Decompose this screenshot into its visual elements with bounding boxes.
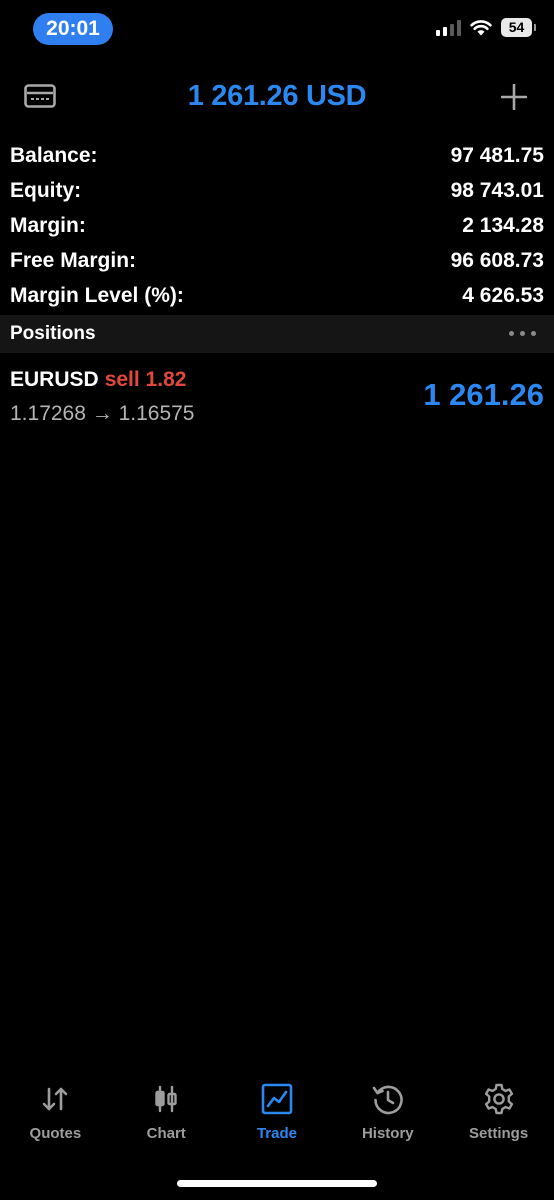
tab-history[interactable]: History (332, 1082, 443, 1162)
position-symbol: EURUSD (10, 368, 99, 391)
plus-icon[interactable] (501, 84, 527, 110)
positions-section-header: Positions (0, 315, 554, 353)
status-icons: 54 (436, 18, 536, 37)
more-options-icon[interactable] (509, 331, 536, 336)
tab-chart[interactable]: Chart (111, 1082, 222, 1162)
summary-row-equity: Equity: 98 743.01 (10, 173, 544, 208)
home-indicator[interactable] (177, 1180, 377, 1187)
tab-settings[interactable]: Settings (443, 1082, 554, 1162)
battery-icon: 54 (501, 18, 536, 37)
wifi-icon (470, 20, 492, 36)
positions-title: Positions (10, 323, 96, 344)
summary-row-margin-level: Margin Level (%): 4 626.53 (10, 278, 544, 313)
summary-row-free-margin: Free Margin: 96 608.73 (10, 243, 544, 278)
quotes-arrows-icon (43, 1087, 68, 1111)
bottom-tab-bar: Quotes Chart Trade History Settings (0, 1082, 554, 1162)
position-symbol-line: EURUSD sell 1.82 (10, 368, 186, 392)
tab-label: Chart (146, 1125, 186, 1142)
summary-label: Balance: (10, 143, 98, 167)
summary-value: 97 481.75 (450, 143, 544, 167)
status-time: 20:01 (33, 13, 113, 45)
account-profit-title: 1 261.26 USD (187, 80, 367, 112)
cellular-signal-icon (436, 19, 461, 36)
gear-icon (484, 1083, 513, 1115)
tab-label: History (361, 1125, 414, 1142)
status-bar: 20:01 54 (0, 0, 554, 60)
summary-value: 96 608.73 (450, 248, 544, 272)
trade-chart-icon (261, 1083, 293, 1115)
summary-value: 98 743.01 (450, 178, 544, 202)
summary-row-balance: Balance: 97 481.75 (10, 138, 544, 173)
tab-quotes[interactable]: Quotes (0, 1082, 111, 1162)
position-prices: 1.17268 → 1.16575 (10, 402, 195, 425)
summary-value: 4 626.53 (462, 283, 544, 307)
summary-row-margin: Margin: 2 134.28 (10, 208, 544, 243)
tab-label: Trade (256, 1125, 297, 1142)
summary-value: 2 134.28 (462, 213, 544, 237)
tab-label: Settings (468, 1125, 529, 1142)
position-profit: 1 261.26 (423, 377, 544, 412)
position-row[interactable]: EURUSD sell 1.82 1.17268 → 1.16575 1 261.… (0, 360, 554, 436)
position-side-volume: sell 1.82 (104, 368, 187, 391)
summary-label: Free Margin: (10, 248, 137, 272)
header: 1 261.26 USD (0, 72, 554, 122)
tab-trade[interactable]: Trade (222, 1082, 333, 1162)
summary-label: Margin Level (%): (10, 283, 184, 307)
candlestick-icon (155, 1085, 177, 1113)
tab-label: Quotes (29, 1125, 82, 1142)
summary-label: Margin: (10, 213, 86, 237)
summary-label: Equity: (10, 178, 82, 202)
history-clock-icon (372, 1085, 403, 1115)
account-summary: Balance: 97 481.75 Equity: 98 743.01 Mar… (10, 138, 544, 313)
